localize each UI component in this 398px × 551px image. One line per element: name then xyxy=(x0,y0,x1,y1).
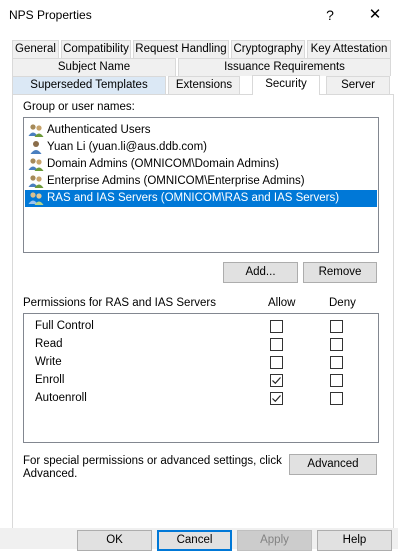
deny-checkbox[interactable] xyxy=(330,392,343,405)
permission-name: Full Control xyxy=(35,320,94,332)
list-item-enterprise-admins[interactable]: Enterprise Admins (OMNICOM\Enterprise Ad… xyxy=(25,173,311,190)
allow-checkbox[interactable] xyxy=(270,392,283,405)
user-name: RAS and IAS Servers (OMNICOM\RAS and IAS… xyxy=(47,192,340,204)
help-button[interactable]: Help xyxy=(317,530,392,551)
tab-subject-name[interactable]: Subject Name xyxy=(12,58,176,76)
deny-checkbox[interactable] xyxy=(330,320,343,333)
permission-name: Autoenroll xyxy=(35,392,87,404)
user-name: Yuan Li (yuan.li@aus.ddb.com) xyxy=(47,141,207,153)
allow-checkbox[interactable] xyxy=(270,338,283,351)
list-item-domain-admins[interactable]: Domain Admins (OMNICOM\Domain Admins) xyxy=(25,156,285,173)
deny-header: Deny xyxy=(329,297,356,309)
deny-checkbox[interactable] xyxy=(330,338,343,351)
allow-header: Allow xyxy=(268,297,296,309)
tab-cryptography[interactable]: Cryptography xyxy=(231,40,305,58)
allow-checkbox[interactable] xyxy=(270,374,283,387)
permission-row-full-control: Full Control xyxy=(24,318,378,336)
tab-compatibility[interactable]: Compatibility xyxy=(61,40,131,58)
permissions-list: Full Control Read Write Enroll Autoenrol… xyxy=(23,313,379,443)
window-title: NPS Properties xyxy=(9,8,92,22)
group-label: Group or user names: xyxy=(23,101,135,113)
tab-extensions[interactable]: Extensions xyxy=(168,76,240,94)
ok-button[interactable]: OK xyxy=(77,530,152,551)
advanced-button[interactable]: Advanced xyxy=(289,454,377,475)
check-icon xyxy=(272,377,281,385)
check-icon xyxy=(272,395,281,403)
users-group-icon xyxy=(28,192,44,205)
deny-checkbox[interactable] xyxy=(330,356,343,369)
permission-name: Write xyxy=(35,356,62,368)
list-item-ras-ias-servers[interactable]: RAS and IAS Servers (OMNICOM\RAS and IAS… xyxy=(25,190,377,207)
permission-name: Read xyxy=(35,338,63,350)
list-item-authenticated-users[interactable]: Authenticated Users xyxy=(25,122,157,139)
close-icon[interactable]: ✕ xyxy=(360,3,390,27)
user-name: Domain Admins (OMNICOM\Domain Admins) xyxy=(47,158,279,170)
help-icon[interactable]: ? xyxy=(318,3,342,27)
list-item-yuan-li[interactable]: Yuan Li (yuan.li@aus.ddb.com) xyxy=(25,139,213,156)
deny-checkbox[interactable] xyxy=(330,374,343,387)
permission-row-read: Read xyxy=(24,336,378,354)
permissions-header: Permissions for RAS and IAS Servers xyxy=(23,297,217,309)
permission-row-enroll: Enroll xyxy=(24,372,378,390)
user-name: Enterprise Admins (OMNICOM\Enterprise Ad… xyxy=(47,175,305,187)
users-group-icon xyxy=(28,158,44,171)
tab-general[interactable]: General xyxy=(12,40,59,58)
tab-superseded-templates[interactable]: Superseded Templates xyxy=(12,76,166,94)
title-bar: NPS Properties ? ✕ xyxy=(0,0,398,30)
add-button[interactable]: Add... xyxy=(223,262,298,283)
apply-button[interactable]: Apply xyxy=(237,530,312,551)
permission-row-write: Write xyxy=(24,354,378,372)
users-group-icon xyxy=(28,124,44,137)
users-group-icon xyxy=(28,175,44,188)
special-permissions-text-2: Advanced. xyxy=(23,468,78,480)
tab-key-attestation[interactable]: Key Attestation xyxy=(307,40,391,58)
special-permissions-text: For special permissions or advanced sett… xyxy=(23,455,282,467)
user-icon xyxy=(30,141,42,154)
remove-button[interactable]: Remove xyxy=(303,262,377,283)
group-user-list[interactable]: Authenticated Users Yuan Li (yuan.li@aus… xyxy=(23,117,379,253)
allow-checkbox[interactable] xyxy=(270,356,283,369)
user-name: Authenticated Users xyxy=(47,124,151,136)
tab-request-handling[interactable]: Request Handling xyxy=(133,40,229,58)
tab-issuance-requirements[interactable]: Issuance Requirements xyxy=(178,58,391,76)
permission-row-autoenroll: Autoenroll xyxy=(24,390,378,408)
allow-checkbox[interactable] xyxy=(270,320,283,333)
permission-name: Enroll xyxy=(35,374,65,386)
tab-security[interactable]: Security xyxy=(252,75,320,95)
cancel-button[interactable]: Cancel xyxy=(157,530,232,551)
tab-server[interactable]: Server xyxy=(326,76,390,94)
